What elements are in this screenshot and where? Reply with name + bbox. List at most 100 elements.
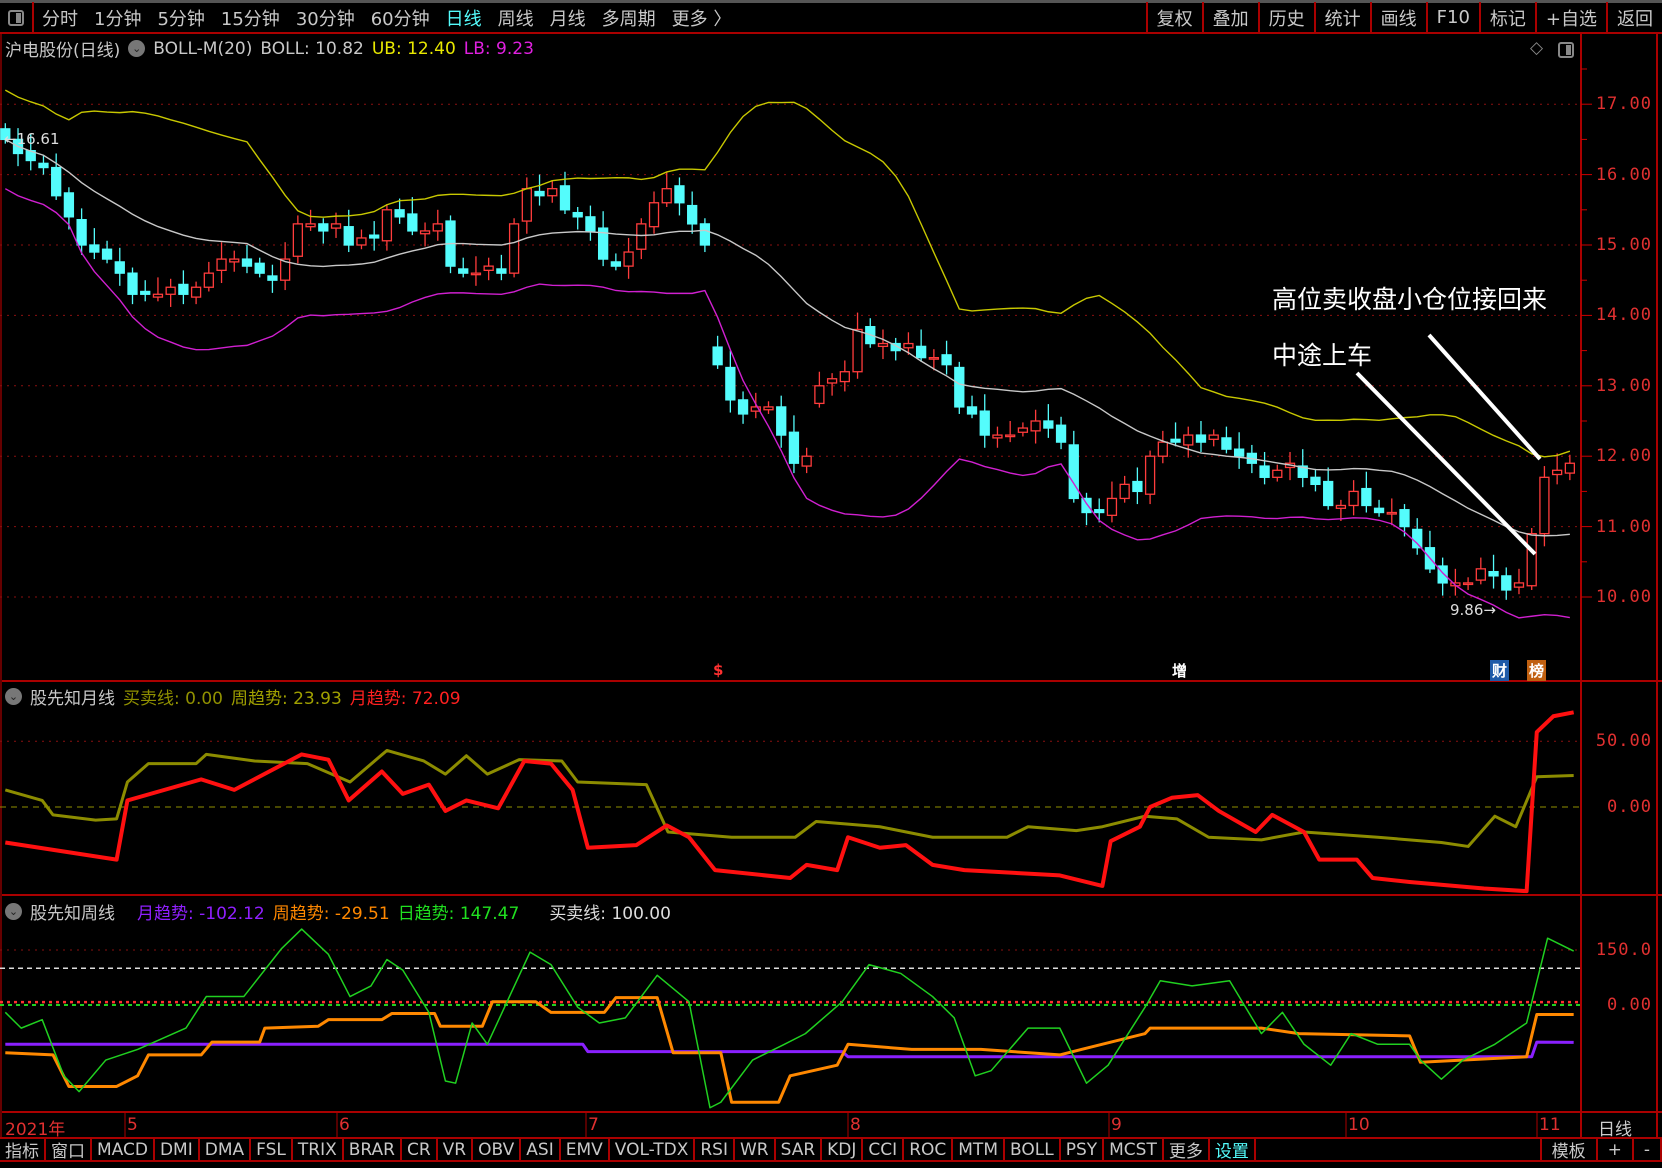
candle-up: [190, 286, 202, 298]
high-price-label: ←16.61: [4, 130, 60, 148]
indicator-tab-mcst[interactable]: MCST: [1104, 1139, 1164, 1160]
event-marker-dollar[interactable]: $: [711, 661, 725, 679]
indicator-tab-mtm[interactable]: MTM: [953, 1139, 1005, 1160]
boll-lower-line: [4, 188, 1570, 619]
candle-down: [572, 211, 583, 218]
indicator-tab-roc[interactable]: ROC: [904, 1139, 954, 1160]
date-label: 10: [1348, 1115, 1370, 1135]
candle-up: [1335, 504, 1347, 509]
indicator-name: BOLL-M(20): [153, 38, 253, 59]
candle-down: [178, 283, 189, 295]
indicator-tab-窗口[interactable]: 窗口: [46, 1139, 92, 1162]
date-label: 5: [127, 1115, 138, 1135]
event-marker-ranking[interactable]: 榜: [1527, 660, 1547, 681]
candle-down: [458, 268, 469, 274]
annotation-board-midway: 中途上车: [1272, 341, 1373, 370]
indicator-tab-vr[interactable]: VR: [438, 1139, 474, 1160]
ind2-axis-0: 0.00: [1607, 995, 1652, 1015]
candle-up: [165, 286, 176, 295]
indicator-tab-dmi[interactable]: DMI: [155, 1139, 200, 1160]
candle-down: [114, 261, 125, 274]
candle-down: [1259, 465, 1270, 478]
toolbar-spacer: [1256, 1139, 1542, 1160]
candle-up: [1106, 497, 1118, 516]
candle-down: [1132, 480, 1143, 493]
candle-down: [1323, 480, 1334, 507]
indicator-tab-rsi[interactable]: RSI: [695, 1139, 735, 1160]
indicator-tab-cci[interactable]: CCI: [863, 1139, 905, 1160]
candle-up: [992, 434, 1003, 439]
indicator1-dropdown-icon[interactable]: ⌄: [5, 688, 22, 705]
candle-down: [725, 366, 736, 401]
stock-chart-window: 分时 1分钟 5分钟 15分钟 30分钟 60分钟 日线 周线 月线 多周期 更多 〉 复权 叠加 历史…: [0, 0, 1662, 1168]
candle-up: [305, 223, 316, 228]
template-button-2[interactable]: -: [1634, 1139, 1662, 1160]
indicator-tab-sar[interactable]: SAR: [776, 1139, 823, 1160]
indicator-tab-obv[interactable]: OBV: [473, 1139, 522, 1160]
candle-down: [1094, 509, 1105, 514]
candle-down: [1170, 438, 1181, 443]
ind2-week-trend-line: [5, 996, 1574, 1104]
candle-up: [1564, 462, 1576, 474]
date-label: 9: [1111, 1115, 1122, 1135]
event-marker-increase[interactable]: 增: [1170, 660, 1189, 681]
indicator-tab-fsl[interactable]: FSL: [251, 1139, 293, 1160]
indicator-tab-指标[interactable]: 指标: [0, 1139, 46, 1162]
candle-down: [1221, 437, 1232, 450]
indicator-tab-brar[interactable]: BRAR: [344, 1139, 402, 1160]
indicator-tab-更多[interactable]: 更多: [1164, 1139, 1210, 1162]
candle-down: [407, 213, 418, 232]
candle-up: [1157, 441, 1168, 457]
event-marker-finance[interactable]: 财: [1490, 660, 1510, 681]
candle-down: [534, 190, 545, 197]
annotation-line-1: [1427, 333, 1542, 461]
indicator-tab-trix[interactable]: TRIX: [293, 1139, 344, 1160]
candle-down: [610, 261, 622, 267]
indicator-tab-wr[interactable]: WR: [735, 1139, 776, 1160]
diamond-icon[interactable]: ◇: [1530, 38, 1543, 58]
candle-up: [1183, 434, 1194, 446]
template-button-0[interactable]: 模板: [1542, 1139, 1598, 1162]
indicator-tab-vol-tdx[interactable]: VOL-TDX: [610, 1139, 696, 1160]
date-label: 8: [850, 1115, 861, 1135]
indicator-tab-asi[interactable]: ASI: [521, 1139, 561, 1160]
indicator2-dropdown-icon[interactable]: ⌄: [5, 903, 22, 920]
candle-down: [267, 275, 278, 281]
price-axis-label: 14.00: [1595, 305, 1652, 326]
indicator-tab-emv[interactable]: EMV: [561, 1139, 610, 1160]
candle-up: [1386, 511, 1397, 515]
indicator2-buysell: 买卖线: 100.00: [549, 904, 671, 924]
candle-up: [877, 342, 889, 348]
candle-down: [954, 366, 965, 408]
indicator-tab-macd[interactable]: MACD: [92, 1139, 155, 1160]
candle-down: [699, 223, 711, 246]
candle-down: [966, 406, 978, 415]
indicator-tab-psy[interactable]: PSY: [1061, 1139, 1105, 1160]
candle-down: [1412, 528, 1423, 549]
indicator-tab-设置[interactable]: 设置: [1210, 1139, 1256, 1162]
chart-canvas[interactable]: [0, 0, 1662, 1168]
candle-down: [1373, 507, 1385, 514]
candle-down: [941, 354, 952, 366]
candle-up: [636, 223, 647, 250]
candle-up: [801, 455, 812, 467]
candle-up: [852, 328, 863, 373]
candle-down: [776, 406, 787, 436]
panel-toggle-icon[interactable]: [1558, 42, 1574, 58]
indicator-dropdown-icon[interactable]: ⌄: [128, 40, 146, 57]
date-label: 7: [588, 1115, 599, 1135]
candle-down: [241, 258, 253, 267]
indicator-tab-dma[interactable]: DMA: [200, 1139, 252, 1160]
indicator-tab-cr[interactable]: CR: [402, 1139, 438, 1160]
candle-down: [89, 244, 100, 253]
candle-down: [674, 185, 685, 204]
candle-up: [1462, 582, 1474, 586]
candle-up: [1348, 490, 1359, 507]
candle-up: [1119, 483, 1130, 500]
indicator-tab-boll[interactable]: BOLL: [1005, 1139, 1061, 1160]
indicator-tab-kdj[interactable]: KDJ: [822, 1139, 864, 1160]
indicator-toolbar: 指标 窗口 MACD DMI DMA FSL TRIX BRAR CR VR OBV ASI EMV VO…: [0, 1137, 1662, 1162]
candle-down: [1399, 509, 1410, 528]
indicator1-header: ⌄ 股先知月线 买卖线: 0.00 周趋势: 23.93 月趋势: 72.09: [5, 684, 461, 709]
template-button-1[interactable]: +: [1598, 1139, 1634, 1160]
